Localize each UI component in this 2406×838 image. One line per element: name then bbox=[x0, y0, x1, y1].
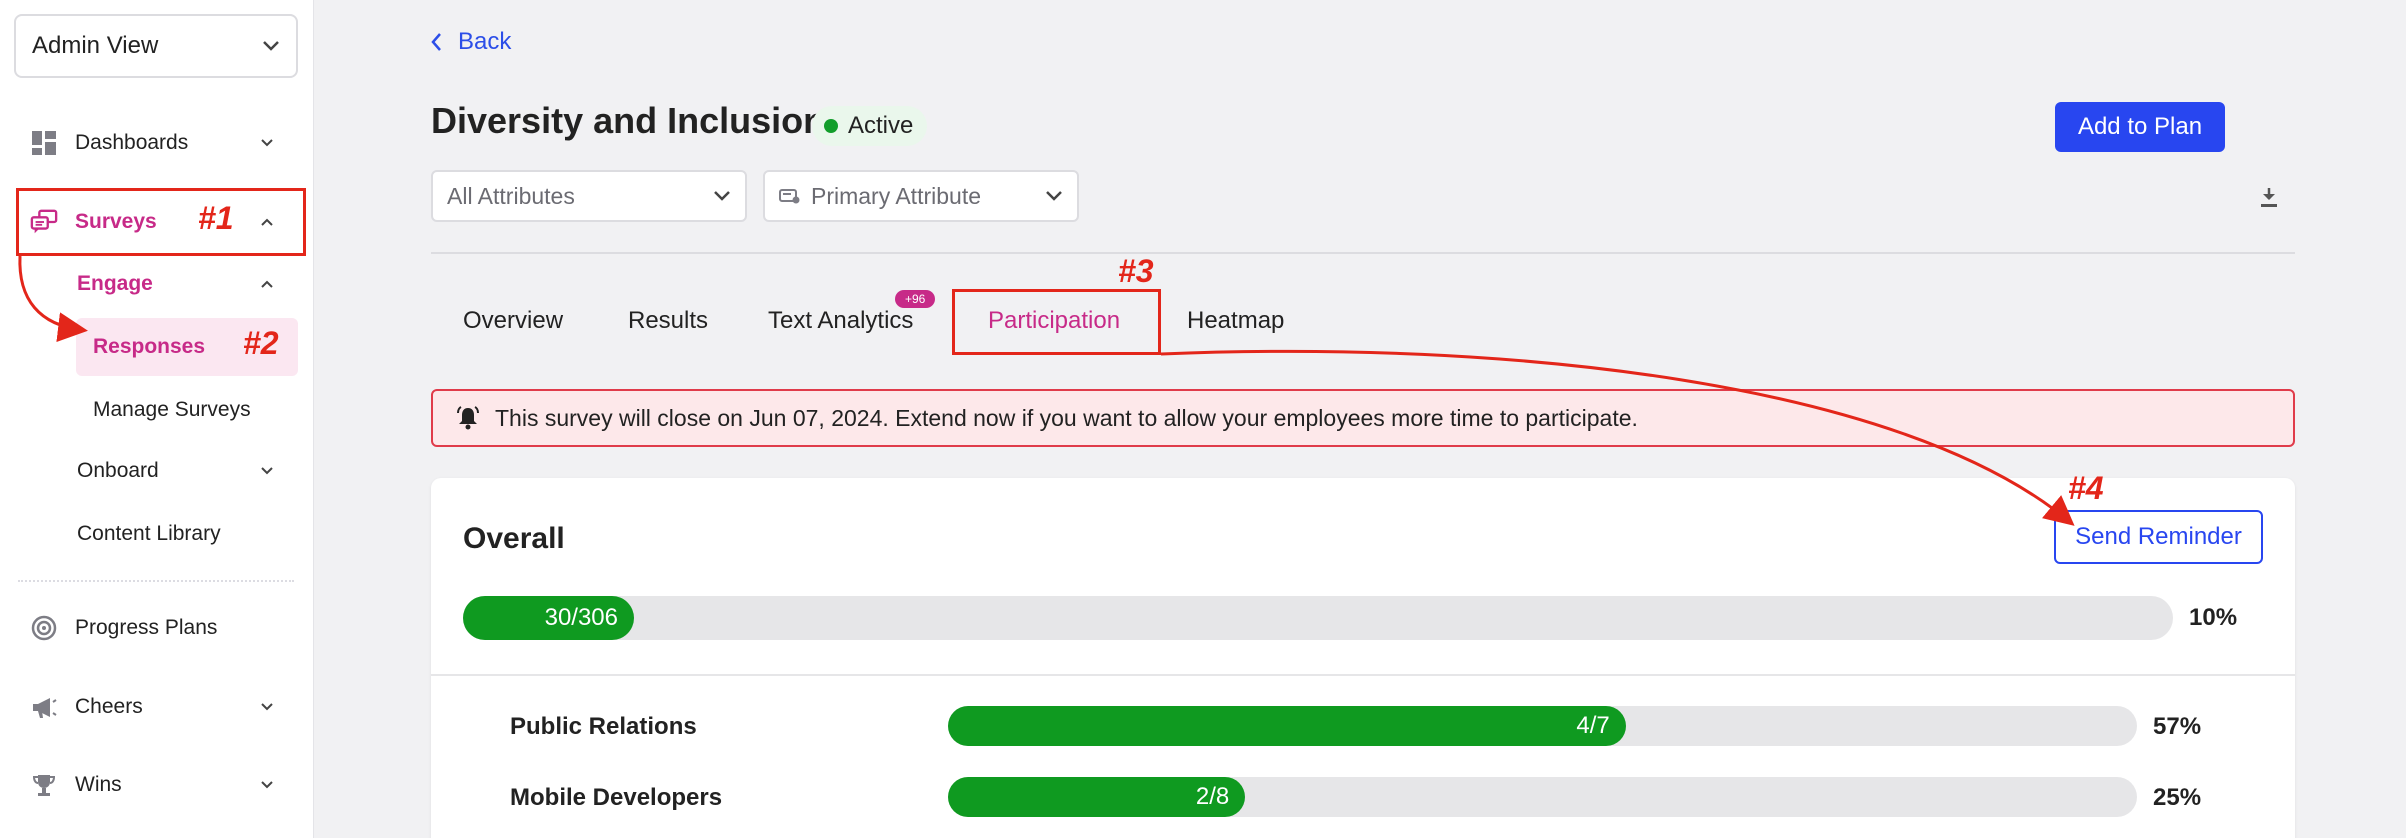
arrow-to-responses bbox=[18, 255, 88, 343]
arrow-to-send-reminder bbox=[1160, 349, 2075, 526]
annotation-arrows bbox=[18, 255, 2075, 526]
